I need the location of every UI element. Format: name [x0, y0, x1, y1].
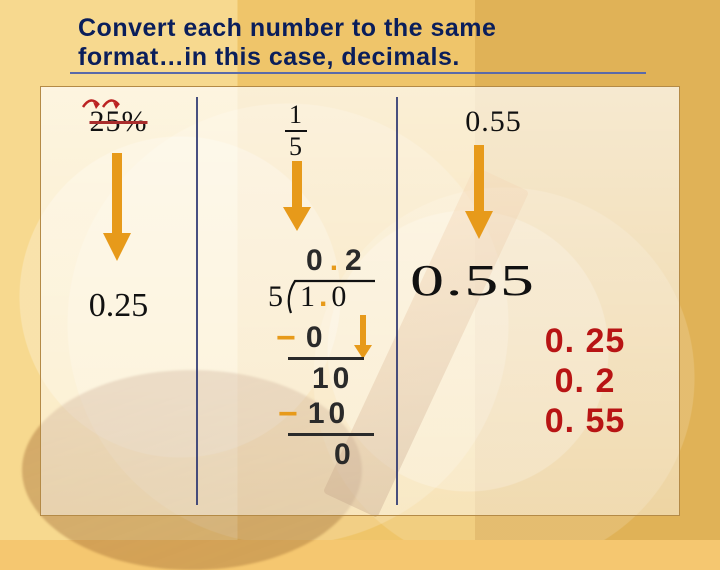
minus-icon: − [276, 319, 306, 357]
answer-item: 0. 55 [500, 401, 670, 441]
quotient-digit: 0 [306, 244, 327, 277]
dividend-digit: 0 [331, 280, 348, 313]
percent-decimal-result: 0.25 [41, 287, 196, 325]
content-panel: 25% 0.25 1 5 0.2 [40, 86, 680, 516]
title-line-2: format…in this case, decimals. [78, 43, 720, 72]
down-arrow-icon [461, 145, 497, 241]
column-percent: 25% 0.25 [41, 87, 196, 515]
division-rule [288, 433, 374, 436]
percent-value: 25% [41, 105, 196, 139]
minus-icon: − [278, 395, 308, 433]
column-decimal: 0.55 0.55 0. 25 0. 2 0. 55 [396, 87, 681, 515]
down-arrow-icon [280, 161, 314, 233]
quotient: 0.2 [306, 245, 366, 277]
dividend-digit: 1 [300, 280, 317, 313]
column-fraction: 1 5 0.2 5 1.0 [196, 87, 396, 515]
answer-item: 0. 25 [500, 321, 670, 361]
decimal-result-large: 0.55 [410, 255, 536, 306]
division-rule [288, 357, 364, 360]
title-line-1: Convert each number to the same [78, 14, 720, 43]
dividend: 1.0 [300, 281, 348, 313]
percent-struck: 25% [90, 105, 148, 138]
dividend-decimal-point-icon: . [317, 280, 331, 313]
fraction-denominator: 5 [285, 132, 307, 160]
step-value: 0 [306, 321, 327, 354]
down-arrow-icon [99, 153, 135, 263]
quotient-digit: 2 [345, 244, 366, 277]
fraction-display: 1 5 [285, 102, 307, 160]
fraction-numerator: 1 [285, 102, 307, 130]
quotient-decimal-point-icon: . [327, 244, 345, 277]
title-underline [70, 72, 646, 74]
answer-list: 0. 25 0. 2 0. 55 [500, 321, 670, 441]
divisor: 5 [268, 281, 283, 313]
step-value: 10 [308, 397, 349, 430]
page-title: Convert each number to the same format…i… [0, 0, 720, 76]
answer-item: 0. 2 [500, 361, 670, 401]
decimal-value: 0.55 [306, 105, 681, 139]
